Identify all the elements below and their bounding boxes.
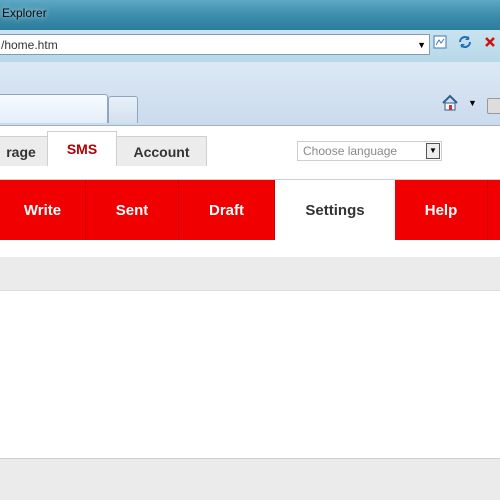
tab-account-label: Account [133, 143, 190, 160]
nav-help-label: Help [424, 201, 458, 219]
content-subheader [0, 257, 500, 291]
rss-icon[interactable] [487, 98, 500, 114]
new-tab-button[interactable] [108, 96, 138, 123]
nav-write[interactable]: Write [0, 180, 86, 240]
nav-write-label: Write [23, 201, 62, 219]
tab-storage-label: rage [6, 143, 36, 160]
nav-help[interactable]: Help [395, 180, 488, 240]
address-row: /home.htm ▼ [0, 30, 500, 62]
home-icon[interactable] [441, 94, 463, 114]
window-titlebar: Explorer [0, 0, 500, 30]
compatibility-icon[interactable] [430, 34, 450, 54]
window-title: Explorer [2, 6, 47, 20]
address-bar[interactable]: /home.htm ▼ [0, 34, 430, 55]
browser-tab-current[interactable] [0, 94, 108, 123]
language-select[interactable]: Choose language ▼ [297, 141, 442, 161]
tab-account[interactable]: Account [116, 136, 207, 166]
stop-icon[interactable] [480, 34, 500, 54]
nav-sent[interactable]: Sent [86, 180, 179, 240]
tab-sms[interactable]: SMS [47, 131, 117, 166]
address-url: /home.htm [1, 38, 58, 52]
nav-settings[interactable]: Settings [275, 180, 395, 240]
address-dropdown-icon[interactable]: ▼ [417, 35, 426, 56]
tab-sms-label: SMS [66, 141, 98, 157]
nav-settings-label: Settings [305, 201, 365, 219]
home-dropdown-icon[interactable]: ▼ [468, 98, 477, 108]
browser-tab-row [0, 62, 500, 126]
nav-draft-label: Draft [208, 201, 244, 219]
tab-storage[interactable]: rage [0, 136, 48, 166]
page-footer [0, 458, 500, 500]
nav-draft[interactable]: Draft [179, 180, 275, 240]
language-select-label: Choose language [303, 144, 398, 158]
refresh-icon[interactable] [455, 34, 475, 54]
sms-nav-bar: Write Sent Draft Settings Help [0, 180, 500, 240]
chevron-down-icon[interactable]: ▼ [426, 143, 440, 159]
nav-sent-label: Sent [115, 201, 149, 219]
